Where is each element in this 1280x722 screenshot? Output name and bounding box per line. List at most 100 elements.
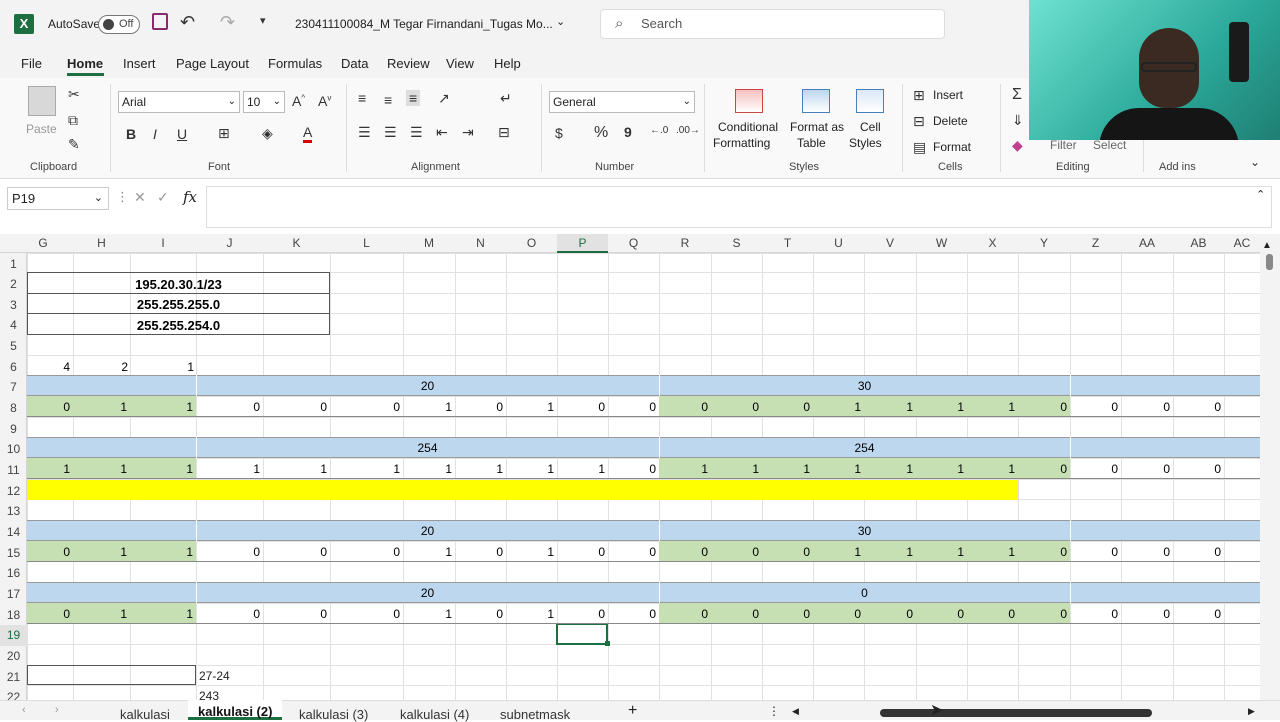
format-as-table-label-2[interactable]: Table xyxy=(797,136,826,150)
decrease-decimal-icon[interactable]: .00→ xyxy=(676,125,700,136)
increase-decimal-icon[interactable]: ←.0 xyxy=(650,125,668,136)
more-options-icon[interactable]: ⋮ xyxy=(768,704,780,718)
bit-cell[interactable]: 0 xyxy=(455,545,503,559)
bit-cell[interactable]: 0 xyxy=(1070,545,1118,559)
bit-cell[interactable]: 0 xyxy=(455,400,503,414)
ribbon-collapse-icon[interactable]: ⌄ xyxy=(1250,155,1260,169)
bit-cell[interactable]: 0 xyxy=(1173,462,1221,476)
bit-cell[interactable]: 0 xyxy=(330,400,400,414)
bit-cell[interactable]: 1 xyxy=(196,462,260,476)
bit-cell[interactable]: 0 xyxy=(1018,400,1067,414)
autosum-icon[interactable]: Σ xyxy=(1012,86,1022,104)
bit-cell[interactable]: 1 xyxy=(506,462,554,476)
row-header[interactable]: 20 xyxy=(0,649,27,663)
row-header[interactable]: 17 xyxy=(0,587,27,601)
bit-cell[interactable]: 0 xyxy=(1018,607,1067,621)
octet-value-cell[interactable]: 0 xyxy=(659,586,1070,600)
column-header[interactable]: K xyxy=(263,234,330,253)
menu-file[interactable]: File xyxy=(21,56,42,71)
chevron-up-icon[interactable]: ⌃ xyxy=(1256,188,1265,201)
bit-cell[interactable]: 1 xyxy=(130,400,193,414)
format-painter-icon[interactable]: ✎ xyxy=(68,136,80,153)
row-header-selected[interactable]: 19 xyxy=(0,625,27,646)
bit-cell[interactable]: 1 xyxy=(403,607,452,621)
column-header[interactable]: Q xyxy=(608,234,659,253)
orientation-icon[interactable]: ↗ xyxy=(438,90,450,107)
octet-value-cell[interactable]: 20 xyxy=(196,379,659,393)
column-header[interactable]: J xyxy=(196,234,263,253)
increase-font-icon[interactable]: A^ xyxy=(292,93,305,109)
row-header[interactable]: 21 xyxy=(0,670,27,684)
cell-styles-label-1[interactable]: Cell xyxy=(860,120,881,134)
italic-button[interactable]: I xyxy=(153,126,157,142)
bit-cell[interactable]: 0 xyxy=(196,545,260,559)
bit-cell[interactable]: 1 xyxy=(864,400,913,414)
bit-cell[interactable]: 0 xyxy=(196,607,260,621)
bit-cell[interactable]: 1 xyxy=(659,462,708,476)
cancel-icon[interactable]: ✕ xyxy=(134,189,146,206)
bold-button[interactable]: B xyxy=(126,126,136,142)
row-header[interactable]: 16 xyxy=(0,566,27,580)
bit-cell[interactable]: 0 xyxy=(1173,607,1221,621)
save-icon[interactable] xyxy=(152,13,168,30)
cell-styles-label-2[interactable]: Styles xyxy=(849,136,882,150)
bit-cell[interactable]: 0 xyxy=(916,607,964,621)
bit-cell[interactable]: 0 xyxy=(1018,462,1067,476)
bit-cell[interactable]: 0 xyxy=(1121,462,1170,476)
bit-cell[interactable]: 0 xyxy=(762,607,810,621)
font-name-select[interactable]: Arial ⌄ xyxy=(118,91,240,113)
bit-cell[interactable]: 0 xyxy=(1121,607,1170,621)
octet-value-cell[interactable]: 254 xyxy=(659,441,1070,455)
octet-value-cell[interactable]: 20 xyxy=(196,586,659,600)
bit-cell[interactable]: 1 xyxy=(557,462,605,476)
row-header[interactable]: 10 xyxy=(0,442,27,456)
bit-cell[interactable]: 0 xyxy=(557,607,605,621)
subnet-mask-cell[interactable]: 255.255.255.0 xyxy=(27,297,330,312)
bit-cell[interactable]: 0 xyxy=(1173,545,1221,559)
bit-cell[interactable]: 0 xyxy=(557,545,605,559)
bit-cell[interactable]: 1 xyxy=(403,462,452,476)
column-header[interactable]: M xyxy=(403,234,455,253)
percent-button[interactable]: % xyxy=(594,124,608,142)
format-cells-icon[interactable]: ▤ xyxy=(913,139,926,156)
bit-cell[interactable]: 0 xyxy=(330,607,400,621)
bit-cell[interactable]: 0 xyxy=(263,607,327,621)
clear-icon[interactable]: ◆ xyxy=(1012,137,1023,154)
conditional-formatting-icon[interactable] xyxy=(735,89,763,113)
bit-cell[interactable]: 0 xyxy=(608,400,656,414)
bit-cell[interactable]: 0 xyxy=(263,400,327,414)
number-format-select[interactable]: General ⌄ xyxy=(549,91,695,113)
formula-input[interactable] xyxy=(206,186,1272,228)
bit-cell[interactable]: 1 xyxy=(73,545,127,559)
bit-cell[interactable]: 0 xyxy=(608,607,656,621)
delete-cells-icon[interactable]: ⊟ xyxy=(913,113,925,130)
bit-cell[interactable]: 0 xyxy=(659,545,708,559)
menu-review[interactable]: Review xyxy=(387,56,430,71)
menu-page-layout[interactable]: Page Layout xyxy=(176,56,249,71)
bit-cell[interactable]: 1 xyxy=(813,545,861,559)
paste-icon[interactable] xyxy=(28,86,56,116)
menu-insert[interactable]: Insert xyxy=(123,56,156,71)
bit-cell[interactable]: 1 xyxy=(762,462,810,476)
bit-cell[interactable]: 1 xyxy=(506,607,554,621)
undo-icon[interactable]: ↶ xyxy=(180,12,195,33)
row-header[interactable]: 13 xyxy=(0,504,27,518)
scroll-right-icon[interactable]: ▶ xyxy=(1248,706,1255,717)
cut-icon[interactable]: ✂ xyxy=(68,86,80,103)
row-header[interactable]: 9 xyxy=(0,422,27,436)
redo-icon[interactable]: ↷ xyxy=(220,12,235,33)
sheet-tab-active[interactable]: kalkulasi (2) xyxy=(198,704,272,719)
empty-bordered-cell[interactable] xyxy=(27,665,196,685)
cell-j21[interactable]: 27-24 xyxy=(199,669,230,683)
find-select-button[interactable]: Select xyxy=(1093,138,1126,152)
column-header[interactable]: Y xyxy=(1018,234,1070,253)
bit-cell[interactable]: 0 xyxy=(659,400,708,414)
bit-cell[interactable]: 1 xyxy=(967,462,1015,476)
bit-cell[interactable]: 1 xyxy=(967,400,1015,414)
bit-weight-cell[interactable]: 2 xyxy=(73,360,128,374)
insert-cells-button[interactable]: Insert xyxy=(933,88,963,102)
bit-cell[interactable]: 0 xyxy=(263,545,327,559)
align-middle-icon[interactable]: ≡ xyxy=(384,92,392,108)
column-header[interactable]: AB xyxy=(1173,234,1224,253)
delete-cells-button[interactable]: Delete xyxy=(933,114,968,128)
